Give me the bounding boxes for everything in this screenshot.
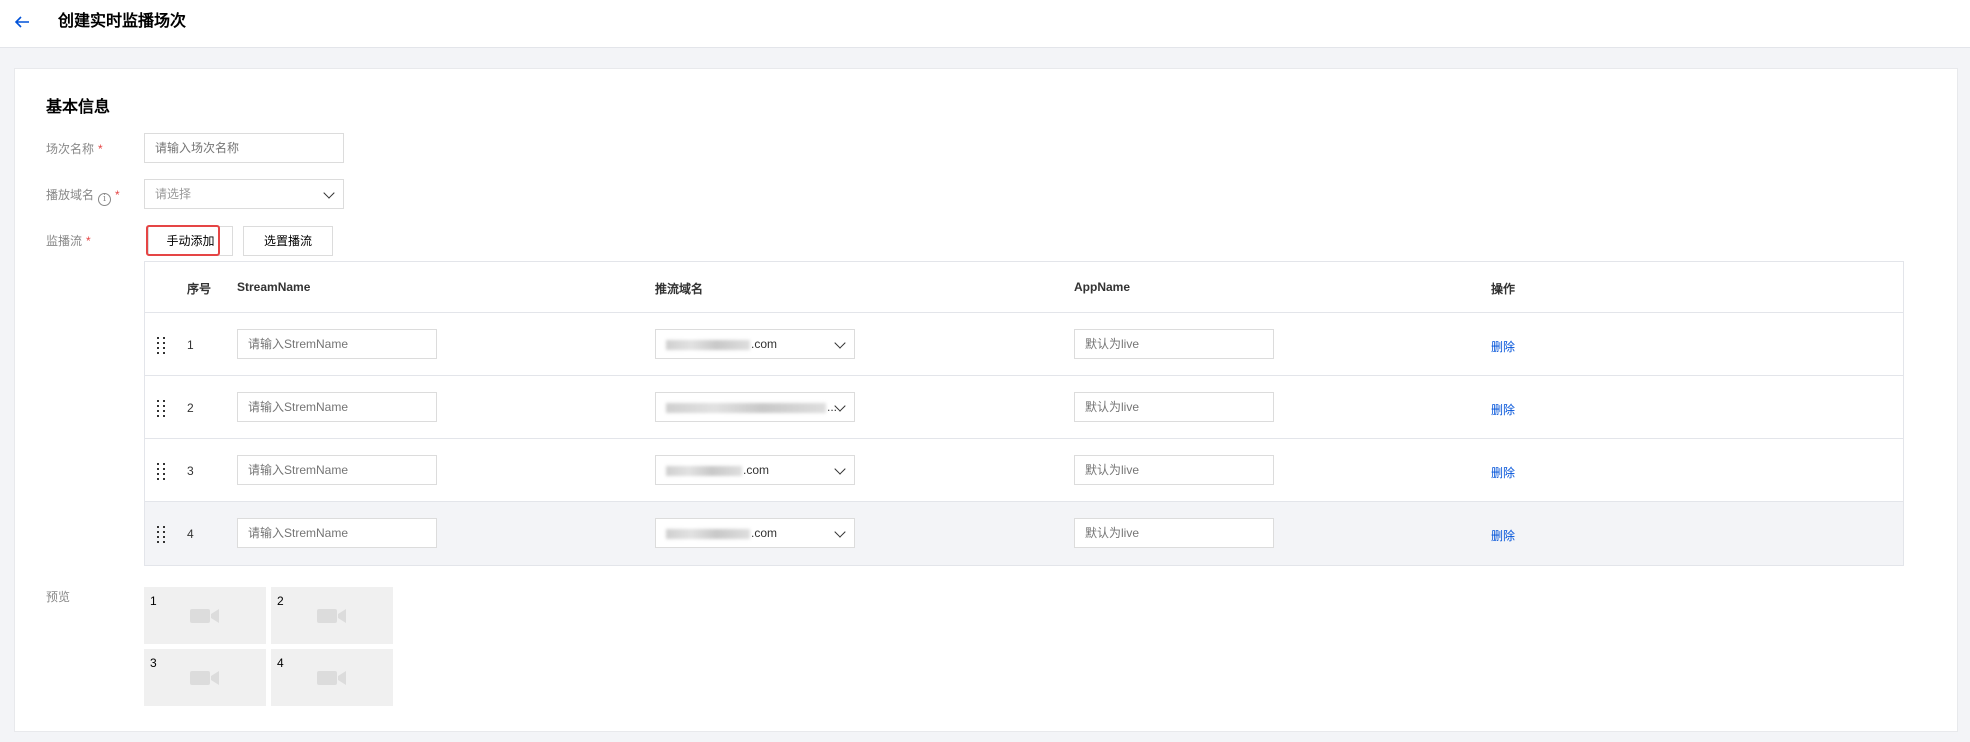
drag-handle-icon[interactable] bbox=[157, 337, 167, 354]
play-domain-label: 播放域名 i * bbox=[46, 188, 120, 206]
monitor-stream-label: 监播流 * bbox=[46, 234, 91, 248]
appname-input[interactable] bbox=[1074, 518, 1274, 548]
chevron-down-icon bbox=[323, 187, 335, 199]
streamname-input[interactable] bbox=[237, 392, 437, 422]
preview-tile[interactable]: 1 bbox=[144, 587, 266, 644]
chevron-down-icon bbox=[834, 526, 846, 538]
appname-input[interactable] bbox=[1074, 455, 1274, 485]
streamname-input[interactable] bbox=[237, 329, 437, 359]
session-name-label: 场次名称 * bbox=[46, 142, 103, 156]
push-domain-select[interactable]: .com bbox=[655, 518, 855, 548]
table-header: 序号 StreamName 推流域名 AppName 操作 bbox=[145, 262, 1903, 313]
row-index: 3 bbox=[187, 464, 194, 478]
preview-tile-number: 4 bbox=[277, 656, 284, 670]
push-domain-select[interactable]: ... bbox=[655, 392, 855, 422]
video-camera-icon bbox=[190, 671, 219, 685]
play-domain-select[interactable]: 请选择 bbox=[144, 179, 344, 209]
preview-tile-number: 3 bbox=[150, 656, 157, 670]
streamname-input[interactable] bbox=[237, 518, 437, 548]
manual-add-highlight bbox=[146, 225, 220, 256]
column-header-index: 序号 bbox=[187, 282, 212, 296]
select-stream-button[interactable]: 选置播流 bbox=[243, 226, 333, 256]
preview-label: 预览 bbox=[46, 590, 71, 604]
drag-handle-icon[interactable] bbox=[157, 400, 167, 417]
delete-link[interactable]: 删除 bbox=[1491, 338, 1515, 355]
required-mark: * bbox=[86, 234, 91, 248]
preview-tile[interactable]: 4 bbox=[271, 649, 393, 706]
required-mark: * bbox=[98, 142, 103, 156]
preview-tile[interactable]: 3 bbox=[144, 649, 266, 706]
table-row: 3 .com 删除 bbox=[145, 439, 1903, 502]
column-header-action: 操作 bbox=[1491, 282, 1516, 296]
redacted-domain bbox=[666, 339, 750, 350]
video-camera-icon bbox=[317, 671, 346, 685]
table-row: 4 .com 删除 bbox=[145, 502, 1903, 565]
arrow-left-icon[interactable] bbox=[12, 12, 32, 32]
required-mark: * bbox=[115, 188, 120, 202]
row-index: 1 bbox=[187, 338, 194, 352]
redacted-domain bbox=[666, 402, 826, 413]
chevron-down-icon bbox=[834, 337, 846, 349]
appname-input[interactable] bbox=[1074, 392, 1274, 422]
table-row: 2 ... 删除 bbox=[145, 376, 1903, 439]
info-icon[interactable]: i bbox=[98, 193, 112, 206]
redacted-domain bbox=[666, 528, 750, 539]
column-header-push-domain: 推流域名 bbox=[655, 282, 704, 296]
video-camera-icon bbox=[317, 609, 346, 623]
drag-handle-icon[interactable] bbox=[157, 526, 167, 543]
stream-table: 序号 StreamName 推流域名 AppName 操作 1 .com 删除 bbox=[144, 261, 1904, 566]
delete-link[interactable]: 删除 bbox=[1491, 464, 1515, 481]
delete-link[interactable]: 删除 bbox=[1491, 527, 1515, 544]
streamname-input[interactable] bbox=[237, 455, 437, 485]
preview-tile-number: 1 bbox=[150, 594, 157, 608]
main-card: 基本信息 场次名称* 播放域名i* 请选择 监播流* 手动添加 选置播流 序号 … bbox=[14, 68, 1958, 732]
session-name-input[interactable] bbox=[144, 133, 344, 163]
column-header-streamname: StreamName bbox=[237, 280, 311, 294]
drag-handle-icon[interactable] bbox=[157, 463, 167, 480]
delete-link[interactable]: 删除 bbox=[1491, 401, 1515, 418]
push-domain-select[interactable]: .com bbox=[655, 329, 855, 359]
column-header-appname: AppName bbox=[1074, 280, 1131, 294]
redacted-domain bbox=[666, 465, 742, 476]
preview-tile-number: 2 bbox=[277, 594, 284, 608]
video-camera-icon bbox=[190, 609, 219, 623]
chevron-down-icon bbox=[834, 463, 846, 475]
appname-input[interactable] bbox=[1074, 329, 1274, 359]
top-bar: 创建实时监播场次 bbox=[0, 0, 1970, 48]
section-title: 基本信息 bbox=[46, 99, 111, 116]
row-index: 4 bbox=[187, 527, 194, 541]
page-title: 创建实时监播场次 bbox=[58, 13, 187, 30]
table-row: 1 .com 删除 bbox=[145, 313, 1903, 376]
preview-tile[interactable]: 2 bbox=[271, 587, 393, 644]
push-domain-select[interactable]: .com bbox=[655, 455, 855, 485]
row-index: 2 bbox=[187, 401, 194, 415]
